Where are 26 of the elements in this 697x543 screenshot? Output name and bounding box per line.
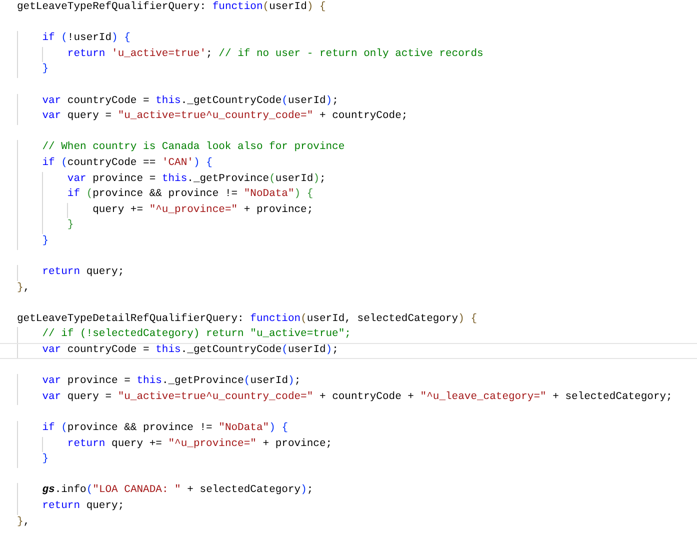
code-line: return 'u_active=true'; // if no user - return only active records	[17, 46, 697, 62]
code-line: return query;	[17, 499, 697, 515]
code-line: if (!userId) {	[17, 31, 697, 47]
code-line: // When country is Canada look also for province	[17, 140, 697, 156]
code-line: getLeaveTypeRefQualifierQuery: function(userId) {	[17, 0, 327, 15]
code-line: gs.info("LOA CANADA: " + selectedCategory);	[17, 483, 697, 499]
code-line: },	[17, 514, 31, 530]
code-line: },	[17, 280, 31, 296]
code-line: var query = "u_active=true^u_country_code=" + countryCode;	[17, 109, 697, 125]
code-line: var query = "u_active=true^u_country_code=" + countryCode + "^u_leave_category=" + selectedCategory;	[17, 390, 697, 406]
code-line: }	[17, 234, 697, 250]
code-line: }	[17, 452, 697, 468]
code-line: }	[17, 218, 697, 234]
code-line: }	[17, 62, 697, 78]
code-line: var countryCode = this._getCountryCode(userId);	[17, 94, 697, 110]
code-line: if (countryCode == 'CAN') {	[17, 156, 697, 172]
code-line: // if (!selectedCategory) return "u_active=true";	[17, 327, 697, 344]
code-line: if (province && province != "NoData") {	[17, 421, 697, 437]
code-line: var province = this._getProvince(userId);	[17, 172, 697, 188]
code-line: return query;	[17, 265, 697, 281]
code-line: var province = this._getProvince(userId);	[17, 374, 697, 390]
code-line: if (province && province != "NoData") {	[17, 187, 697, 203]
code-line: return query += "^u_province=" + province;	[17, 436, 697, 452]
code-line: getLeaveTypeDetailRefQualifierQuery: function(userId, selectedCategory) {	[17, 312, 478, 327]
code-line: var countryCode = this._getCountryCode(userId);	[0, 343, 697, 359]
code-line: query += "^u_province=" + province;	[17, 202, 697, 218]
